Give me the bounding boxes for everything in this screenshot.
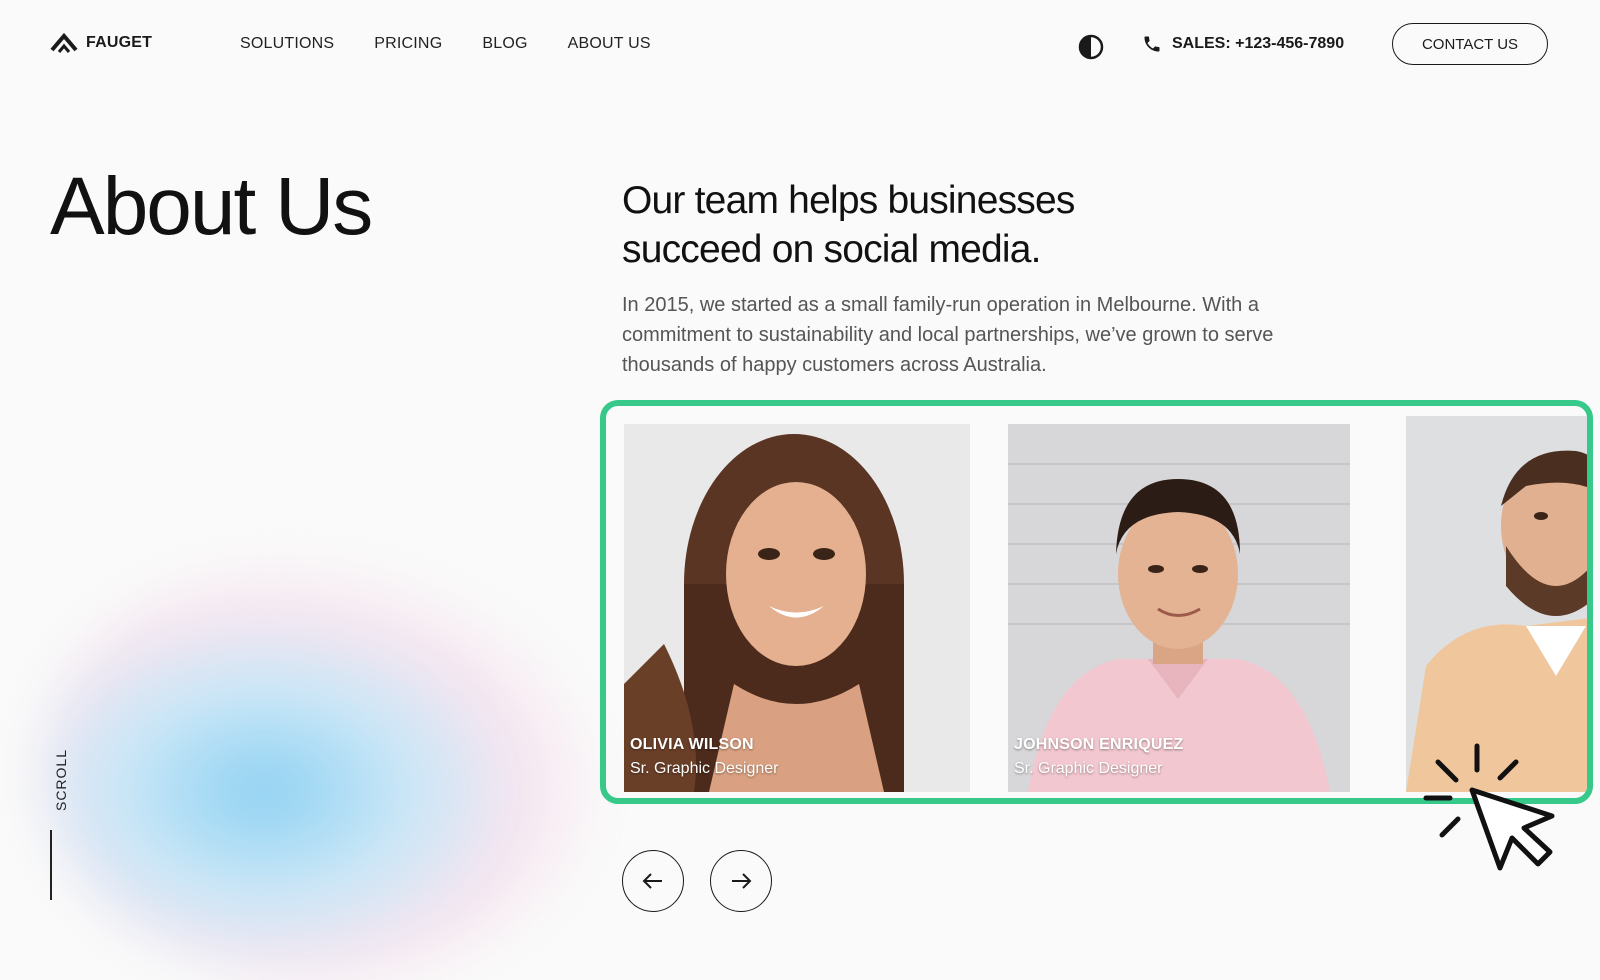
page-title: About Us — [50, 161, 373, 252]
main-nav: SOLUTIONS PRICING BLOG ABOUT US — [240, 35, 651, 53]
team-member-role: Sr. Graphic Designer — [630, 760, 779, 777]
team-member-name: JOHNSON ENRIQUEZ — [1014, 736, 1184, 753]
brand-name: FAUGET — [86, 34, 153, 51]
scroll-indicator-line — [50, 830, 52, 900]
brand-logo[interactable]: FAUGET — [50, 32, 152, 54]
nav-item-solutions[interactable]: SOLUTIONS — [240, 35, 334, 53]
arrow-right-icon — [732, 873, 752, 889]
site-header: FAUGET SOLUTIONS PRICING BLOG ABOUT US S… — [0, 0, 1600, 90]
chevron-logo-icon — [50, 32, 78, 53]
carousel-prev-button[interactable] — [622, 850, 684, 912]
team-photo — [1406, 416, 1587, 792]
team-member-name: OLIVIA WILSON — [630, 736, 754, 753]
nav-item-about-us[interactable]: ABOUT US — [568, 35, 651, 53]
contrast-icon[interactable] — [1078, 34, 1104, 60]
carousel-next-button[interactable] — [710, 850, 772, 912]
click-cursor-icon — [1423, 743, 1555, 871]
arrow-left-icon — [642, 873, 662, 889]
contact-us-button[interactable]: CONTACT US — [1392, 23, 1548, 65]
phone-icon — [1144, 36, 1160, 52]
scroll-indicator-label: SCROLL — [53, 748, 70, 812]
hero-intro: In 2015, we started as a small family-ru… — [622, 294, 1274, 376]
team-card-olivia-wilson[interactable]: OLIVIA WILSON Sr. Graphic Designer — [624, 424, 970, 792]
hero-headline: Our team helps businesses succeed on soc… — [622, 179, 1075, 271]
team-member-role: Sr. Graphic Designer — [1014, 760, 1163, 777]
team-card-johnson-enriquez[interactable]: JOHNSON ENRIQUEZ Sr. Graphic Designer — [1008, 424, 1350, 792]
team-card-partial[interactable] — [1406, 416, 1587, 792]
nav-item-blog[interactable]: BLOG — [482, 35, 527, 53]
sales-phone-text: SALES: +123-456-7890 — [1172, 35, 1345, 52]
sales-phone[interactable]: SALES: +123-456-7890 — [1142, 34, 1344, 54]
gradient-blob — [40, 560, 600, 980]
nav-item-pricing[interactable]: PRICING — [374, 35, 442, 53]
